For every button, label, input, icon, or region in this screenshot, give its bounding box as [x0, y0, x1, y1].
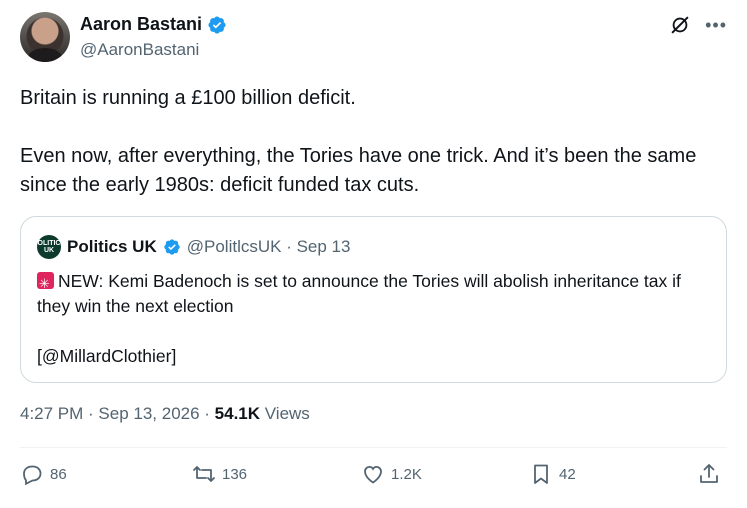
repost-count: 136 [222, 465, 248, 483]
quoted-author-name[interactable]: Politics UK [67, 237, 157, 257]
siren-emoji-icon [37, 271, 54, 296]
reply-icon [23, 465, 42, 486]
action-bar: 86 136 1.2K 42 [20, 462, 727, 496]
quoted-tweet-text: NEW: Kemi Badenoch is set to announce th… [37, 269, 717, 369]
reply-button[interactable]: 86 [20, 462, 67, 486]
tweet-timestamp[interactable]: 4:27 PM · Sep 13, 2026 · [20, 404, 215, 423]
tweet-text-line-2: Even now, after everything, the Tories h… [20, 145, 697, 196]
quoted-tweet[interactable]: POLITICS UK Politics UK @PolitlcsUK · Se… [20, 216, 727, 383]
tweet-text-line-1: Britain is running a £100 billion defici… [20, 87, 356, 109]
tweet-meta: 4:27 PM · Sep 13, 2026 · 54.1K Views [20, 404, 310, 424]
author-handle[interactable]: @AaronBastani [80, 40, 199, 60]
quoted-tweet-header: POLITICS UK Politics UK @PolitlcsUK · Se… [33, 235, 351, 259]
bookmark-icon [534, 464, 548, 484]
author-display-name[interactable]: Aaron Bastani [80, 14, 202, 35]
bookmark-count: 42 [559, 465, 576, 483]
author-name-row: Aaron Bastani [80, 14, 227, 35]
share-button[interactable] [697, 462, 721, 486]
like-button[interactable]: 1.2K [361, 462, 422, 486]
divider [20, 447, 727, 448]
quoted-handle-date[interactable]: @PolitlcsUK · Sep 13 [187, 237, 351, 257]
tweet-text: Britain is running a £100 billion defici… [20, 84, 720, 200]
bookmark-button[interactable]: 42 [529, 462, 576, 486]
views-count: 54.1K [214, 404, 261, 423]
author-avatar[interactable] [20, 12, 70, 62]
views-label: Views [260, 404, 310, 423]
more-icon[interactable]: ••• [705, 14, 727, 36]
like-count: 1.2K [391, 465, 422, 483]
top-actions: ••• [669, 14, 727, 36]
repost-icon [193, 466, 215, 482]
verified-badge-icon [208, 15, 226, 34]
reply-count: 86 [50, 465, 67, 483]
share-icon [700, 464, 718, 483]
quoted-verified-badge-icon [164, 239, 180, 255]
repost-button[interactable]: 136 [192, 462, 247, 486]
like-icon [364, 465, 382, 484]
quoted-author-avatar[interactable]: POLITICS UK [33, 235, 65, 259]
quoted-text-line-1: NEW: Kemi Badenoch is set to announce th… [37, 271, 681, 316]
grok-icon[interactable] [669, 14, 691, 36]
quoted-text-line-2: [@MillardClothier] [37, 346, 177, 366]
